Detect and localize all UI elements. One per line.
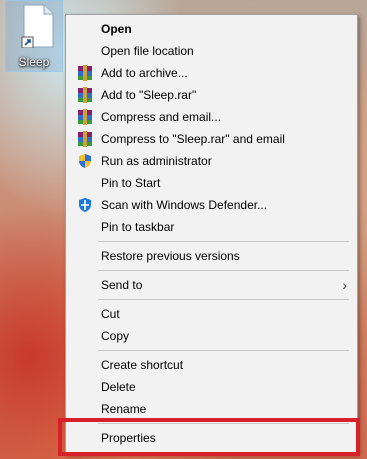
menu-item-label: Create shortcut [101,358,184,372]
menu-item-label: Compress to "Sleep.rar" and email [101,132,285,146]
menu-item-label: Send to [101,278,143,292]
menu-item-create-shortcut[interactable]: Create shortcut [66,354,357,376]
winrar-icon [78,109,92,125]
menu-item-label: Compress and email... [101,110,222,124]
menu-item-run-as-administrator[interactable]: Run as administrator [66,150,357,172]
menu-item-label: Run as administrator [101,154,212,168]
menu-item-scan-with-windows-defender[interactable]: Scan with Windows Defender... [66,194,357,216]
desktop-shortcut-sleep[interactable]: Sleep [5,0,63,72]
menu-item-copy[interactable]: Copy [66,325,357,347]
menu-item-pin-to-start[interactable]: Pin to Start [66,172,357,194]
menu-separator [98,241,349,242]
menu-item-label: Open file location [101,44,194,58]
shortcut-file-icon [21,4,54,48]
menu-item-label: Pin to Start [101,176,161,190]
menu-separator [98,350,349,351]
menu-item-compress-to-sleep-rar-and-email[interactable]: Compress to "Sleep.rar" and email [66,128,357,150]
menu-item-label: Add to archive... [101,66,188,80]
winrar-icon [78,65,92,81]
menu-separator [98,270,349,271]
menu-item-send-to[interactable]: Send to › [66,274,357,296]
desktop-icon-label: Sleep [18,55,50,69]
menu-item-compress-and-email[interactable]: Compress and email... [66,106,357,128]
winrar-icon [78,131,92,147]
menu-item-label: Delete [101,380,136,394]
menu-item-label: Add to "Sleep.rar" [101,88,197,102]
menu-item-pin-to-taskbar[interactable]: Pin to taskbar [66,216,357,238]
windows-defender-icon [79,198,91,212]
menu-item-label: Rename [101,402,147,416]
menu-item-label: Scan with Windows Defender... [101,198,268,212]
uac-shield-icon [79,154,91,168]
menu-item-open-file-location[interactable]: Open file location [66,40,357,62]
menu-item-add-to-archive[interactable]: Add to archive... [66,62,357,84]
menu-item-delete[interactable]: Delete [66,376,357,398]
winrar-icon [78,87,92,103]
menu-item-label: Copy [101,329,130,343]
menu-item-cut[interactable]: Cut [66,303,357,325]
menu-separator [98,299,349,300]
menu-item-label: Open [101,22,132,36]
chevron-right-icon: › [342,277,347,293]
context-menu: Open Open file location Add to archive..… [65,14,358,454]
menu-item-label: Cut [101,307,120,321]
menu-item-label: Restore previous versions [101,249,240,263]
menu-item-restore-previous-versions[interactable]: Restore previous versions [66,245,357,267]
menu-item-label: Pin to taskbar [101,220,175,234]
menu-item-rename[interactable]: Rename [66,398,357,420]
properties-highlight-box [58,418,360,456]
menu-item-open[interactable]: Open [66,18,357,40]
menu-item-add-to-sleep-rar[interactable]: Add to "Sleep.rar" [66,84,357,106]
